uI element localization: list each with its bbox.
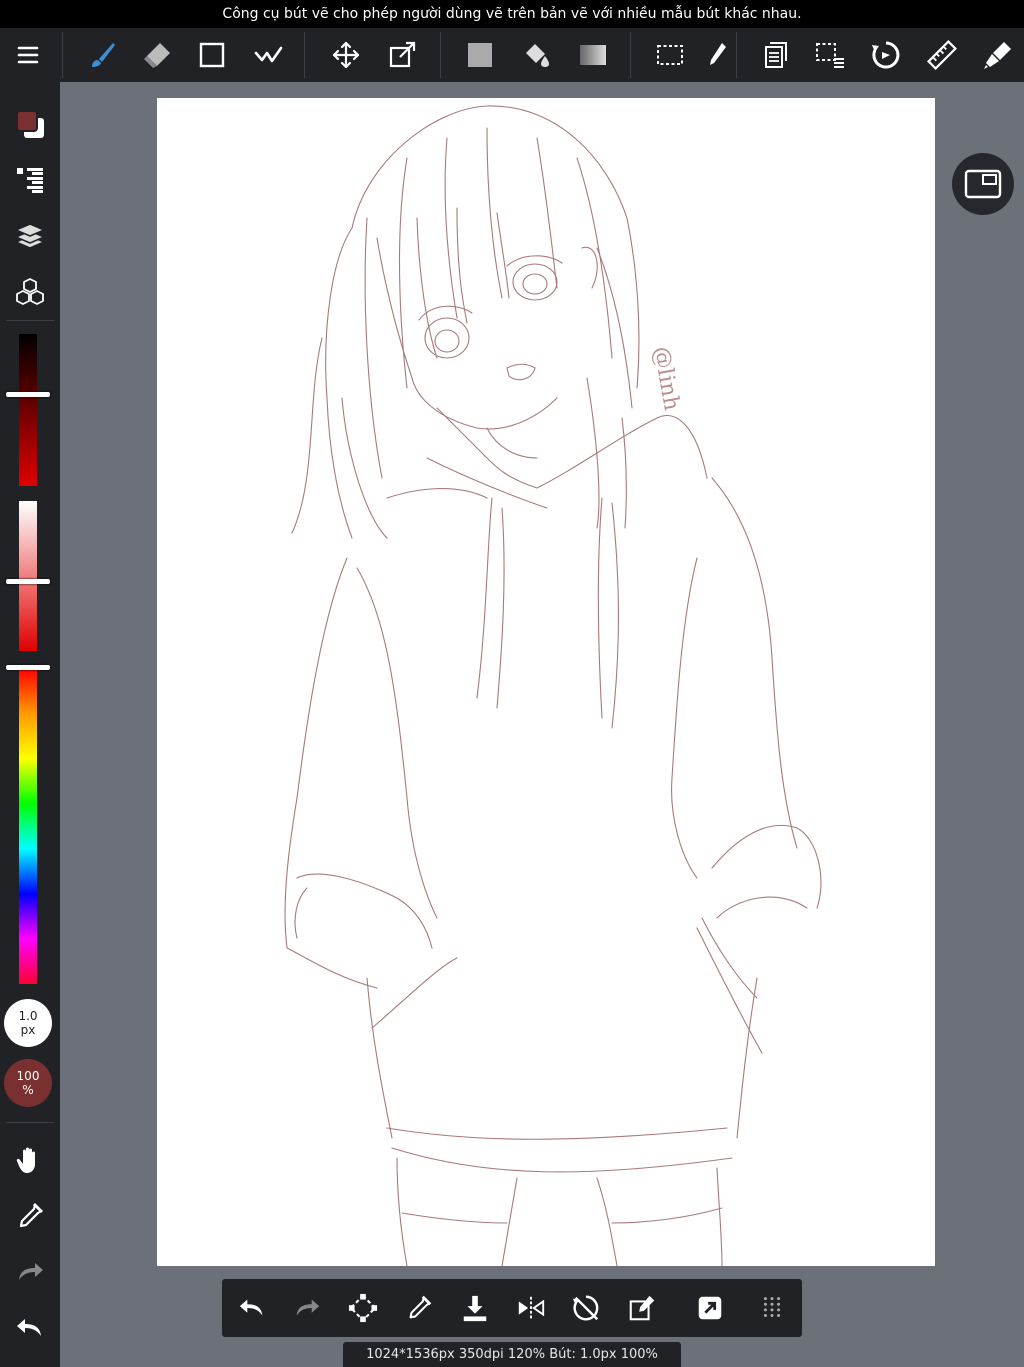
line-art: @linh: [284, 105, 822, 1266]
materials-icon[interactable]: [6, 268, 54, 316]
brush-icon[interactable]: [78, 28, 126, 82]
redo-icon[interactable]: [283, 1284, 331, 1332]
layers-icon[interactable]: [6, 212, 54, 260]
bucket-icon[interactable]: [512, 28, 560, 82]
brush-size-unit: px: [20, 1023, 36, 1037]
flip-icon[interactable]: [507, 1284, 555, 1332]
eraser-icon[interactable]: [133, 28, 181, 82]
operation-icon[interactable]: [244, 28, 292, 82]
top-toolbar: [0, 28, 1024, 82]
filter-icon[interactable]: [974, 28, 1022, 82]
grid-icon[interactable]: [748, 1284, 796, 1332]
left-sidebar: 1.0 px 100 %: [0, 82, 60, 1367]
brush-size-value: 1.0: [18, 1009, 38, 1023]
bottom-toolbar: [222, 1279, 802, 1337]
reference-window-button[interactable]: [952, 153, 1014, 215]
rotate-view-icon[interactable]: [862, 28, 910, 82]
tooltip-bar: Công cụ bút vẽ cho phép người dùng vẽ tr…: [0, 0, 1024, 28]
hand-icon[interactable]: [6, 1136, 54, 1184]
hue-slider[interactable]: [19, 668, 37, 984]
brightness-slider-thumb[interactable]: [6, 392, 50, 397]
brightness-slider[interactable]: [19, 334, 37, 486]
fill-color-icon[interactable]: [456, 28, 504, 82]
saturation-slider[interactable]: [19, 501, 37, 651]
gradient-icon[interactable]: [569, 28, 617, 82]
share-icon[interactable]: [686, 1284, 734, 1332]
opacity-unit: %: [22, 1083, 34, 1097]
deselect-icon[interactable]: [806, 28, 854, 82]
undo-icon[interactable]: [228, 1284, 276, 1332]
transform-tool-icon[interactable]: [339, 1284, 387, 1332]
hue-slider-thumb[interactable]: [6, 665, 50, 670]
shape-icon[interactable]: [188, 28, 236, 82]
eyedropper-icon[interactable]: [395, 1284, 443, 1332]
window-icon: [964, 169, 1002, 199]
signature-text: @linh: [648, 345, 684, 413]
drawing-canvas[interactable]: @linh: [157, 98, 935, 1266]
undo-side-icon[interactable]: [6, 1304, 54, 1352]
move-icon[interactable]: [322, 28, 370, 82]
saturation-slider-thumb[interactable]: [6, 579, 50, 584]
transform-icon[interactable]: [378, 28, 426, 82]
color-swatch[interactable]: [6, 100, 54, 148]
menu-icon[interactable]: [4, 28, 52, 82]
eyedropper-side-icon[interactable]: [6, 1192, 54, 1240]
rotate-off-icon[interactable]: [562, 1284, 610, 1332]
brush-list-icon[interactable]: [6, 156, 54, 204]
select-icon[interactable]: [646, 28, 694, 82]
status-bar: 1024*1536px 350dpi 120% Bút: 1.0px 100%: [343, 1342, 681, 1367]
brush-size-button[interactable]: 1.0 px: [4, 999, 52, 1047]
opacity-value: 100: [16, 1069, 40, 1083]
opacity-button[interactable]: 100 %: [4, 1059, 52, 1107]
select-pen-icon[interactable]: [698, 28, 734, 82]
copy-icon[interactable]: [750, 28, 798, 82]
edit-icon[interactable]: [618, 1284, 666, 1332]
redo-side-icon[interactable]: [6, 1248, 54, 1296]
ruler-icon[interactable]: [918, 28, 966, 82]
save-icon[interactable]: [451, 1284, 499, 1332]
